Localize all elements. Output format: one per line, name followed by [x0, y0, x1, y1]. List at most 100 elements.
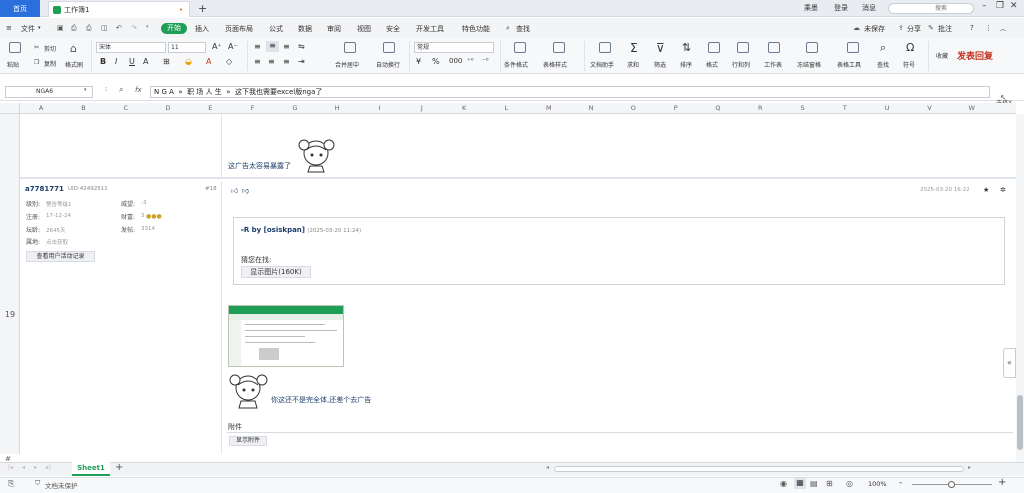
next-sheet-icon[interactable]: ▸: [34, 464, 37, 471]
zoom-slider-thumb[interactable]: [948, 481, 955, 488]
increase-decimal-icon[interactable]: ⁺⁰: [467, 57, 474, 65]
sort-button[interactable]: 排序: [680, 60, 692, 69]
align-middle-icon[interactable]: ≡: [266, 41, 279, 52]
freeze-icon[interactable]: [806, 42, 818, 53]
column-header-a[interactable]: A: [20, 103, 62, 114]
column-header-p[interactable]: P: [655, 103, 697, 114]
embedded-screenshot-image[interactable]: [228, 305, 344, 367]
help-button[interactable]: ?: [970, 24, 974, 32]
unsaved-status[interactable]: 未保存: [864, 24, 885, 34]
expand-sidebar-icon[interactable]: «: [1003, 348, 1016, 378]
font-name-select[interactable]: 宋体: [96, 42, 166, 53]
messages-button[interactable]: 消息: [862, 3, 876, 13]
thousands-icon[interactable]: 000: [449, 57, 462, 65]
column-header-i[interactable]: I: [358, 103, 400, 114]
column-header-w[interactable]: W: [951, 103, 993, 114]
format-painter-icon[interactable]: ⌂: [70, 42, 77, 55]
column-header-j[interactable]: J: [401, 103, 443, 114]
close-window-icon[interactable]: ✕: [1010, 1, 1018, 11]
fx-icon[interactable]: fx: [135, 86, 142, 94]
document-tab[interactable]: 工作簿1 •: [48, 1, 190, 17]
column-header-u[interactable]: U: [866, 103, 908, 114]
row-header-19[interactable]: 19: [0, 310, 20, 319]
new-tab-button[interactable]: +: [198, 2, 207, 15]
sum-icon[interactable]: Σ: [630, 41, 638, 55]
fullscreen-icon[interactable]: ◎: [846, 479, 853, 488]
column-header-f[interactable]: F: [232, 103, 274, 114]
fill-color-icon[interactable]: ◒: [185, 57, 192, 66]
menu-find[interactable]: 查找: [516, 24, 530, 34]
prev-sheet-icon[interactable]: ◂: [22, 464, 25, 471]
export-icon[interactable]: ⎙: [71, 24, 77, 33]
column-header-k[interactable]: K: [443, 103, 485, 114]
font-color-icon[interactable]: A: [206, 57, 211, 66]
floor-number[interactable]: #18: [205, 186, 217, 192]
worksheet-button[interactable]: 工作表: [764, 60, 782, 69]
vertical-scroll-thumb[interactable]: [1017, 395, 1023, 450]
menu-data[interactable]: 数据: [298, 24, 312, 34]
merge-icon[interactable]: [344, 42, 356, 53]
bold-icon[interactable]: B: [100, 57, 106, 66]
align-bottom-icon[interactable]: ≡: [283, 42, 290, 51]
column-header-e[interactable]: E: [189, 103, 231, 114]
show-image-button[interactable]: 显示图片(160K): [241, 266, 311, 278]
close-tab-icon[interactable]: •: [179, 6, 183, 14]
sort-icon[interactable]: ⇅: [682, 41, 691, 54]
chevron-down-icon[interactable]: ▾: [38, 25, 41, 31]
login-button[interactable]: 登录: [834, 3, 848, 13]
status-icon[interactable]: ⎘: [8, 479, 14, 489]
number-format-select[interactable]: 常规: [414, 42, 494, 53]
italic-icon[interactable]: I: [115, 57, 117, 66]
wrap-icon[interactable]: [383, 42, 395, 53]
zoom-find-icon[interactable]: ⌕: [119, 85, 123, 95]
doc-helper-button[interactable]: 文档助手: [590, 60, 614, 69]
annotate-button[interactable]: 批注: [938, 24, 952, 34]
protection-status[interactable]: 文档未保护: [45, 480, 78, 490]
collapse-ribbon-icon[interactable]: ︿: [1000, 24, 1006, 33]
menu-security[interactable]: 安全: [386, 24, 400, 34]
last-sheet-icon[interactable]: ▸|: [46, 464, 51, 471]
zoom-level[interactable]: 100%: [868, 480, 887, 488]
menu-view[interactable]: 视图: [357, 24, 371, 34]
zoom-in-button[interactable]: +: [998, 477, 1006, 488]
menu-start[interactable]: 开始: [161, 23, 187, 34]
restore-icon[interactable]: ❐: [996, 1, 1004, 11]
doc-helper-icon[interactable]: [599, 42, 611, 53]
page-layout-view-icon[interactable]: ▤: [810, 479, 818, 488]
column-header-l[interactable]: L: [485, 103, 527, 114]
table-style-button[interactable]: 表格样式: [543, 60, 567, 69]
menu-review[interactable]: 审阅: [327, 24, 341, 34]
column-header-o[interactable]: O: [612, 103, 654, 114]
column-header-t[interactable]: T: [824, 103, 866, 114]
hamburger-icon[interactable]: ≡: [6, 24, 12, 32]
print-icon[interactable]: ⎙: [86, 24, 92, 33]
strikethrough-icon[interactable]: A: [143, 57, 148, 66]
copy-icon[interactable]: ❐: [34, 59, 39, 66]
table-tools-icon[interactable]: [847, 42, 859, 53]
column-header-h[interactable]: H: [316, 103, 358, 114]
row-col-button[interactable]: 行和列: [732, 60, 750, 69]
eye-icon[interactable]: ◉: [780, 479, 787, 488]
menu-page-layout[interactable]: 页面布局: [225, 24, 253, 34]
view-activity-button[interactable]: 查看用户活动记录: [26, 251, 95, 262]
select-all-corner[interactable]: [0, 103, 20, 114]
quote-user[interactable]: [osiskpan]: [264, 226, 305, 234]
align-left-icon[interactable]: ≡: [254, 57, 261, 66]
sum-button[interactable]: 求和: [627, 60, 639, 69]
cut-icon[interactable]: ✂: [34, 44, 39, 51]
share-button[interactable]: 分享: [907, 24, 921, 34]
column-header-b[interactable]: B: [62, 103, 104, 114]
add-sheet-button[interactable]: +: [115, 462, 123, 473]
column-header-q[interactable]: Q: [697, 103, 739, 114]
publish-reply-button[interactable]: 发表回复: [957, 49, 993, 62]
search-input[interactable]: 搜索: [888, 3, 974, 14]
orientation-icon[interactable]: ⇋: [298, 42, 305, 51]
wrap-button[interactable]: 自动换行: [376, 60, 400, 69]
menu-file[interactable]: 文件: [21, 24, 35, 34]
paste-label[interactable]: 粘贴: [7, 60, 19, 69]
align-top-icon[interactable]: ≡: [254, 42, 261, 51]
copy-button[interactable]: 复制: [44, 59, 56, 68]
more-icon[interactable]: ⋮: [985, 24, 992, 32]
home-tab[interactable]: 首页: [0, 0, 40, 17]
page-break-view-icon[interactable]: ⊞: [826, 479, 833, 488]
